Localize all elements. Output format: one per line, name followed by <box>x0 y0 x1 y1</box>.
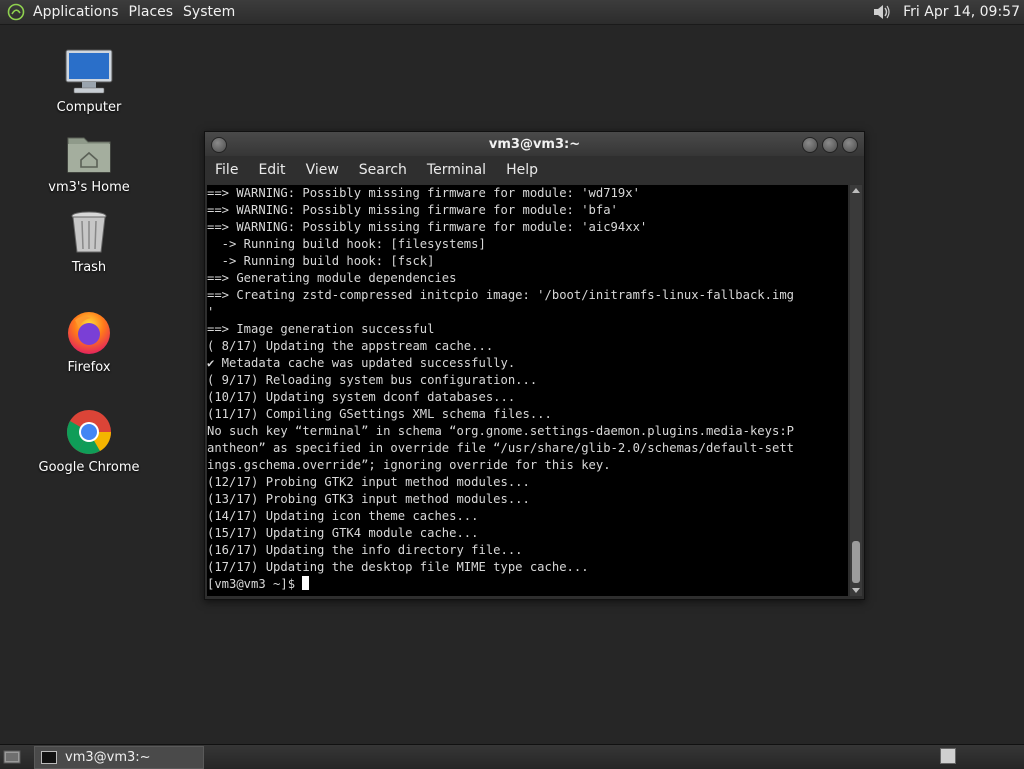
menu-view[interactable]: View <box>296 156 349 184</box>
terminal-line: -> Running build hook: [fsck] <box>207 254 435 268</box>
home-folder-icon <box>63 126 115 178</box>
menu-terminal[interactable]: Terminal <box>417 156 496 184</box>
desktop-icon-label: vm3's Home <box>48 180 130 195</box>
text-cursor <box>302 576 310 590</box>
terminal-line: (15/17) Updating GTK4 module cache... <box>207 526 479 540</box>
desktop-icon-label: Firefox <box>67 360 111 375</box>
terminal-line: ' <box>207 305 215 319</box>
taskbar-item-terminal[interactable]: vm3@vm3:~ <box>34 746 204 769</box>
desktop-icon-computer[interactable]: Computer <box>34 46 144 115</box>
menu-help[interactable]: Help <box>496 156 548 184</box>
chrome-icon <box>63 406 115 458</box>
desktop-icon-firefox[interactable]: Firefox <box>34 306 144 375</box>
terminal-line: (14/17) Updating icon theme caches... <box>207 509 479 523</box>
terminal-icon <box>41 751 57 764</box>
terminal-line: ==> WARNING: Possibly missing firmware f… <box>207 220 648 234</box>
terminal-line: ✔ Metadata cache was updated successfull… <box>207 356 516 370</box>
terminal-window[interactable]: vm3@vm3:~ File Edit View Search Terminal… <box>204 131 865 600</box>
menu-file[interactable]: File <box>205 156 248 184</box>
terminal-prompt-line[interactable]: [vm3@vm3 ~]$ <box>207 576 848 593</box>
desktop-icon-label: Trash <box>71 260 107 275</box>
terminal-line: (10/17) Updating system dconf databases.… <box>207 390 516 404</box>
distro-logo-icon[interactable] <box>4 0 28 24</box>
terminal-scrollbar[interactable] <box>850 185 862 596</box>
menu-edit[interactable]: Edit <box>248 156 295 184</box>
scrollbar-thumb[interactable] <box>852 541 860 583</box>
window-menubar: File Edit View Search Terminal Help <box>205 156 864 184</box>
terminal-line: (16/17) Updating the info directory file… <box>207 543 523 557</box>
terminal-line: ==> Creating zstd-compressed initcpio im… <box>207 288 794 302</box>
trash-icon <box>63 206 115 258</box>
status-area: Fri Apr 14, 09:57 <box>867 0 1020 24</box>
clock[interactable]: Fri Apr 14, 09:57 <box>903 4 1020 20</box>
maximize-button[interactable] <box>822 137 838 153</box>
applications-menu[interactable]: Applications <box>28 0 124 24</box>
scroll-up-arrow-icon[interactable] <box>852 188 860 193</box>
terminal-line: No such key “terminal” in schema “org.gn… <box>207 424 794 438</box>
places-menu[interactable]: Places <box>124 0 179 24</box>
window-titlebar[interactable]: vm3@vm3:~ <box>205 132 864 156</box>
terminal-line: (12/17) Probing GTK2 input method module… <box>207 475 530 489</box>
workspace-switcher[interactable] <box>940 748 956 764</box>
terminal-line: -> Running build hook: [filesystems] <box>207 237 486 251</box>
terminal-line: ings.gschema.override”; ignoring overrid… <box>207 458 611 472</box>
speaker-icon[interactable] <box>867 0 897 24</box>
terminal-line: (17/17) Updating the desktop file MIME t… <box>207 560 589 574</box>
top-panel: Applications Places System Fri Apr 14, 0… <box>0 0 1024 25</box>
terminal-line: ( 9/17) Reloading system bus configurati… <box>207 373 538 387</box>
desktop-icon-label: Computer <box>56 100 122 115</box>
window-menu-icon[interactable] <box>211 137 227 153</box>
bottom-panel: vm3@vm3:~ <box>0 744 1024 769</box>
minimize-button[interactable] <box>802 137 818 153</box>
show-desktop-icon[interactable] <box>3 749 21 764</box>
close-button[interactable] <box>842 137 858 153</box>
terminal-prompt: [vm3@vm3 ~]$ <box>207 577 303 591</box>
desktop-icon-home[interactable]: vm3's Home <box>34 126 144 195</box>
desktop-icon-label: Google Chrome <box>38 460 140 475</box>
computer-icon <box>63 46 115 98</box>
menu-search[interactable]: Search <box>349 156 417 184</box>
system-menu[interactable]: System <box>178 0 240 24</box>
taskbar-item-label: vm3@vm3:~ <box>65 750 151 765</box>
terminal-line: (13/17) Probing GTK3 input method module… <box>207 492 530 506</box>
window-title: vm3@vm3:~ <box>488 136 581 152</box>
terminal-line: ( 8/17) Updating the appstream cache... <box>207 339 494 353</box>
terminal-output[interactable]: ==> WARNING: Possibly missing firmware f… <box>207 185 848 596</box>
scroll-down-arrow-icon[interactable] <box>852 588 860 593</box>
terminal-line: ==> Generating module dependencies <box>207 271 457 285</box>
terminal-line: ==> WARNING: Possibly missing firmware f… <box>207 186 640 200</box>
terminal-line: ==> Image generation successful <box>207 322 435 336</box>
firefox-icon <box>63 306 115 358</box>
desktop-icon-trash[interactable]: Trash <box>34 206 144 275</box>
terminal-line: (11/17) Compiling GSettings XML schema f… <box>207 407 552 421</box>
desktop-icon-chrome[interactable]: Google Chrome <box>34 406 144 475</box>
terminal-line: antheon” as specified in override file “… <box>207 441 794 455</box>
terminal-line: ==> WARNING: Possibly missing firmware f… <box>207 203 618 217</box>
